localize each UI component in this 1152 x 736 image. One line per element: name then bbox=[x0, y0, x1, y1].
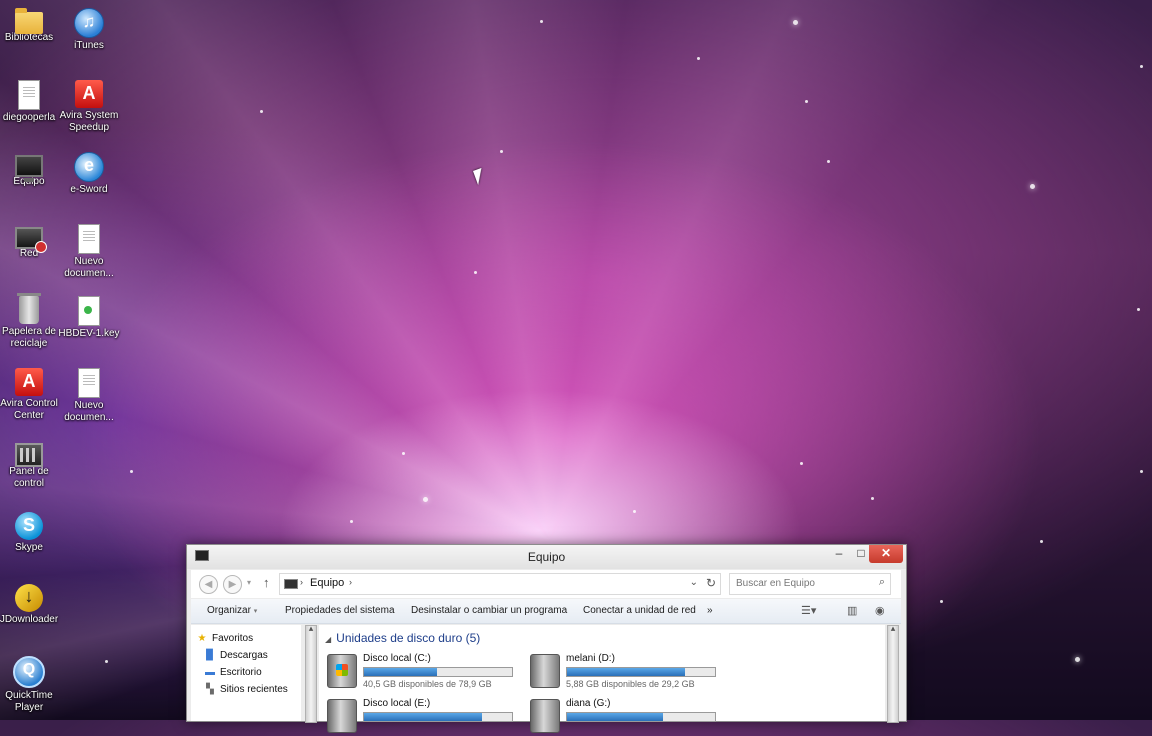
desktop-icon: ▬ bbox=[205, 667, 215, 678]
hard-drive-icon bbox=[530, 654, 560, 688]
explorer-window[interactable]: Equipo – □ ✕ ◀ ▶ ▾ ↑ › Equipo › ⌄ ↻ Busc… bbox=[186, 544, 907, 733]
command-bar: Organizar ▾ Propiedades del sistema Desi… bbox=[191, 599, 901, 624]
search-placeholder: Buscar en Equipo bbox=[736, 578, 815, 589]
map-network-drive-button[interactable]: Conectar a unidad de red bbox=[583, 605, 696, 616]
control-panel-icon bbox=[15, 443, 43, 467]
window-title: Equipo bbox=[527, 550, 566, 564]
uninstall-program-button[interactable]: Desinstalar o cambiar un programa bbox=[411, 605, 567, 616]
nav-item-escritorio[interactable]: ▬ Escritorio bbox=[205, 667, 262, 678]
organize-button[interactable]: Organizar ▾ bbox=[207, 605, 257, 616]
refresh-icon[interactable]: ↻ bbox=[706, 576, 716, 590]
jdownloader-icon bbox=[15, 584, 43, 612]
breadcrumb-separator[interactable]: › bbox=[300, 577, 303, 587]
desktop-icon-papelera[interactable]: Papelera de reciclaje bbox=[0, 292, 60, 350]
content-scrollbar[interactable] bbox=[887, 623, 899, 723]
desktop-icon-diegooperla[interactable]: diegooperla bbox=[0, 76, 60, 124]
desktop-icon-esword[interactable]: e-Sword bbox=[58, 148, 120, 196]
drive-item-c[interactable]: Disco local (C:) 40,5 GB disponibles de … bbox=[325, 651, 525, 691]
breadcrumb-separator[interactable]: › bbox=[349, 577, 352, 587]
esword-icon bbox=[74, 152, 104, 182]
folder-icon bbox=[15, 8, 43, 34]
desktop-icon-equipo[interactable]: Equipo bbox=[0, 148, 60, 188]
navigation-pane: ★ Favoritos ▉ Descargas ▬ Escritorio ▚ Sitio… bbox=[191, 625, 301, 721]
network-icon bbox=[15, 227, 47, 253]
star-icon: ★ bbox=[197, 633, 207, 644]
desktop-icon-red[interactable]: Red bbox=[0, 220, 60, 260]
computer-icon bbox=[15, 155, 43, 182]
document-icon bbox=[78, 368, 100, 398]
desktop-icon-jdownloader[interactable]: JDownloader bbox=[0, 580, 60, 626]
drive-usage-bar bbox=[363, 667, 513, 677]
system-properties-button[interactable]: Propiedades del sistema bbox=[285, 605, 395, 616]
more-commands-button[interactable]: » bbox=[707, 605, 713, 616]
preview-pane-icon[interactable]: ▥ bbox=[847, 604, 857, 617]
desktop-icon-skype[interactable]: Skype bbox=[0, 508, 60, 554]
computer-icon bbox=[284, 579, 298, 589]
user-folder-icon bbox=[18, 80, 40, 110]
desktop-icon-itunes[interactable]: iTunes bbox=[58, 4, 120, 52]
title-bar[interactable]: Equipo – □ ✕ bbox=[187, 545, 906, 569]
nav-item-descargas[interactable]: ▉ Descargas bbox=[205, 650, 268, 661]
content-pane: ◢ Unidades de disco duro (5) Disco local … bbox=[319, 625, 885, 733]
desktop-icon-bibliotecas[interactable]: Bibliotecas bbox=[0, 4, 60, 44]
drive-item-e[interactable]: Disco local (E:) bbox=[325, 696, 525, 736]
breadcrumb-equipo[interactable]: Equipo bbox=[310, 577, 344, 589]
hard-drive-icon bbox=[530, 699, 560, 733]
view-options-icon[interactable]: ☰▾ bbox=[801, 604, 816, 617]
recent-locations-chevron-icon[interactable]: ▾ bbox=[247, 578, 251, 587]
address-dropdown-icon[interactable]: ⌄ bbox=[690, 577, 698, 588]
itunes-icon bbox=[74, 8, 104, 38]
search-icon[interactable]: ⌕ bbox=[879, 576, 885, 589]
address-bar[interactable]: › Equipo › ⌄ ↻ bbox=[279, 573, 721, 595]
group-header-hard-drives[interactable]: ◢ Unidades de disco duro (5) bbox=[325, 631, 480, 645]
desktop-icon-avira-speedup[interactable]: Avira System Speedup bbox=[58, 76, 120, 134]
drive-usage-bar bbox=[566, 712, 716, 722]
mouse-cursor bbox=[473, 167, 487, 186]
desktop-icon-quicktime[interactable]: QuickTime Player bbox=[0, 652, 60, 714]
close-button[interactable]: ✕ bbox=[869, 545, 903, 563]
nav-pane-scrollbar[interactable] bbox=[305, 623, 317, 723]
help-icon[interactable]: ◉ bbox=[875, 604, 885, 617]
drive-usage-fill bbox=[364, 668, 437, 676]
drive-item-d[interactable]: melani (D:) 5,88 GB disponibles de 29,2 … bbox=[528, 651, 728, 691]
downloads-icon: ▉ bbox=[206, 650, 214, 661]
forward-button[interactable]: ▶ bbox=[223, 575, 242, 594]
nav-item-sitios-recientes[interactable]: ▚ Sitios recientes bbox=[205, 684, 288, 695]
avira-icon bbox=[75, 80, 103, 108]
collapse-triangle-icon[interactable]: ◢ bbox=[325, 635, 331, 644]
recycle-bin-icon bbox=[17, 293, 41, 324]
quicktime-icon bbox=[13, 656, 45, 688]
skype-icon bbox=[15, 512, 43, 540]
search-input[interactable]: Buscar en Equipo ⌕ bbox=[729, 573, 891, 595]
hard-drive-icon bbox=[327, 654, 357, 688]
desktop-icon-avira-control-center[interactable]: Avira Control Center bbox=[0, 364, 60, 422]
back-button[interactable]: ◀ bbox=[199, 575, 218, 594]
desktop-icon-hbdev-key[interactable]: HBDEV-1.key bbox=[58, 292, 120, 340]
drive-usage-bar bbox=[566, 667, 716, 677]
key-file-icon bbox=[78, 296, 100, 326]
desktop-icon-nuevo-documento-1[interactable]: Nuevo documen... bbox=[58, 220, 120, 280]
desktop-icon-panel-de-control[interactable]: Panel de control bbox=[0, 436, 60, 490]
drive-usage-bar bbox=[363, 712, 513, 722]
up-arrow-icon[interactable]: ↑ bbox=[263, 575, 270, 590]
avira-icon bbox=[15, 368, 43, 396]
drive-item-g[interactable]: diana (G:) bbox=[528, 696, 728, 736]
desktop-icon-nuevo-documento-2[interactable]: Nuevo documen... bbox=[58, 364, 120, 424]
document-icon bbox=[78, 224, 100, 254]
navigation-bar: ◀ ▶ ▾ ↑ › Equipo › ⌄ ↻ Buscar en Equipo … bbox=[191, 570, 901, 598]
drive-usage-fill bbox=[567, 668, 686, 676]
hard-drive-icon bbox=[327, 699, 357, 733]
recent-places-icon: ▚ bbox=[206, 684, 214, 695]
nav-item-favoritos[interactable]: ★ Favoritos bbox=[197, 633, 254, 644]
